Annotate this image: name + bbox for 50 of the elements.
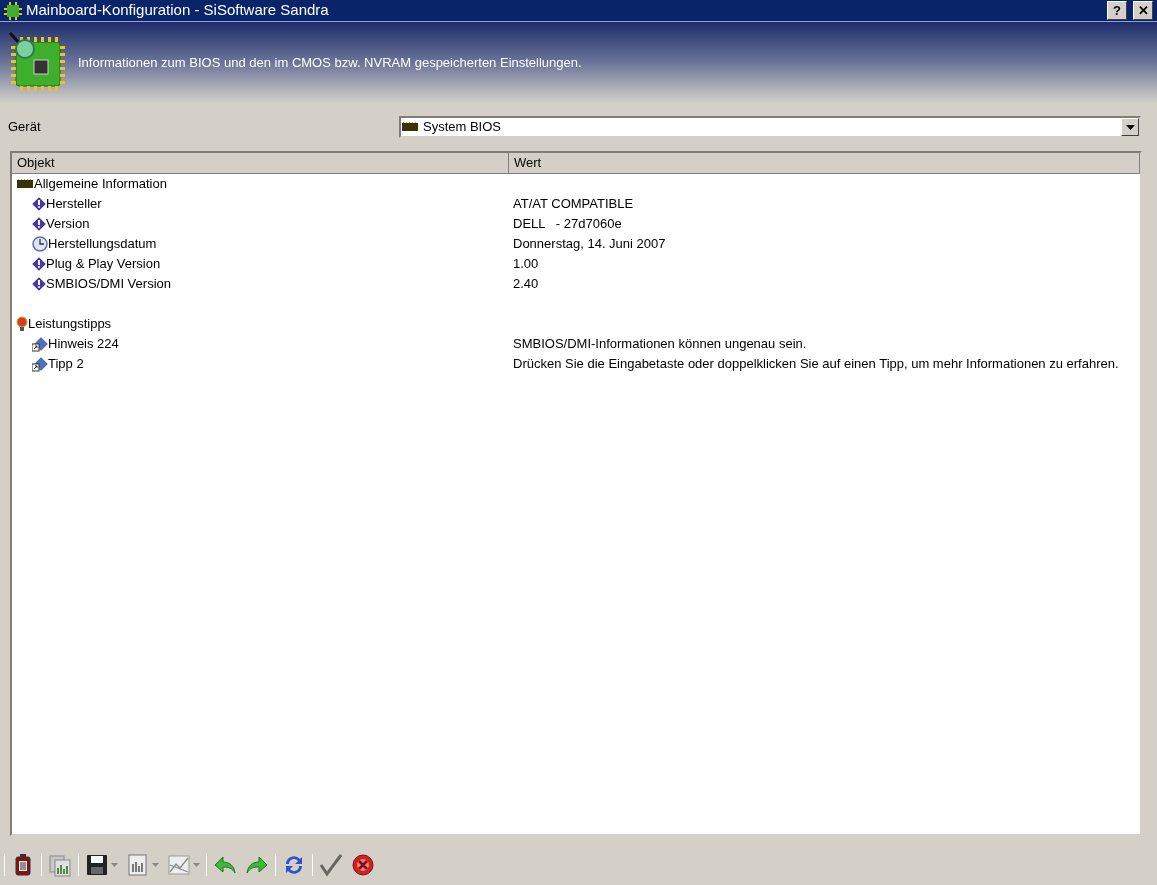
column-header[interactable]: Wert [509, 153, 1140, 174]
checkmark-button[interactable] [317, 852, 345, 878]
chart-pages-button[interactable] [46, 852, 74, 878]
caret-icon [152, 863, 159, 867]
report-icon [126, 853, 150, 877]
item-label[interactable]: Plug & Play Version [46, 254, 161, 274]
value-text: DELL - 27d7060e [513, 216, 622, 231]
cancel-icon [351, 853, 375, 877]
checkmark-icon [319, 853, 343, 877]
item-label[interactable]: Version [46, 214, 90, 234]
item-label[interactable]: Hinweis 224 [48, 334, 119, 354]
diamond-icon [32, 197, 46, 211]
window-title: Mainboard-Konfiguration - SiSoftware Sandra [26, 0, 330, 21]
value-text: SMBIOS/DMI-Informationen können ungenau sein. [513, 336, 807, 351]
item-label[interactable]: Hersteller [46, 194, 102, 214]
diamond-icon [32, 277, 46, 291]
device-label: Gerät [8, 118, 42, 137]
close-button[interactable]: ✕ [1133, 1, 1153, 20]
chart-pages-icon [48, 853, 72, 877]
clock-icon [32, 236, 48, 252]
group-label[interactable]: Allgemeine Information [34, 174, 167, 194]
value-text: 2.40 [513, 276, 539, 291]
caret-icon [111, 863, 118, 867]
graph-button[interactable] [165, 852, 193, 878]
header-description: Informationen zum BIOS und den im CMOS bzw. NVRAM gespeicherten Einstellungen. [78, 53, 582, 72]
item-label[interactable]: Herstellungsdatum [48, 234, 157, 254]
diamond-icon [32, 257, 46, 271]
chip-icon [401, 120, 419, 134]
caret-icon [1125, 124, 1135, 130]
group-label[interactable]: Leistungstipps [28, 314, 112, 334]
shortcut-diamond-icon [32, 336, 48, 352]
value-text: AT/AT COMPATIBLE [513, 196, 634, 211]
device-select[interactable]: System BIOS [399, 116, 1141, 138]
value-text: 1.00 [513, 256, 539, 271]
item-label[interactable]: Tipp 2 [48, 354, 84, 374]
shortcut-diamond-icon [32, 356, 48, 372]
graph-icon [167, 853, 191, 877]
lightbulb-icon [16, 316, 28, 332]
dropdown-button[interactable] [1121, 118, 1139, 136]
diamond-icon [32, 217, 46, 231]
save-icon [85, 853, 109, 877]
chip-icon [4, 1, 22, 20]
column-header[interactable]: Objekt [12, 153, 509, 174]
value-text: Donnerstag, 14. Juni 2007 [513, 236, 666, 251]
caret-icon [193, 863, 200, 867]
cancel-button[interactable] [349, 852, 377, 878]
help-button[interactable]: ? [1107, 1, 1127, 20]
item-label[interactable]: SMBIOS/DMI Version [46, 274, 171, 294]
value-text: Drücken Sie die Eingabetaste oder doppelklicken Sie auf einen Tipp, um mehr Informationen zu erfahren. [513, 356, 1119, 371]
chip-icon [16, 177, 34, 191]
